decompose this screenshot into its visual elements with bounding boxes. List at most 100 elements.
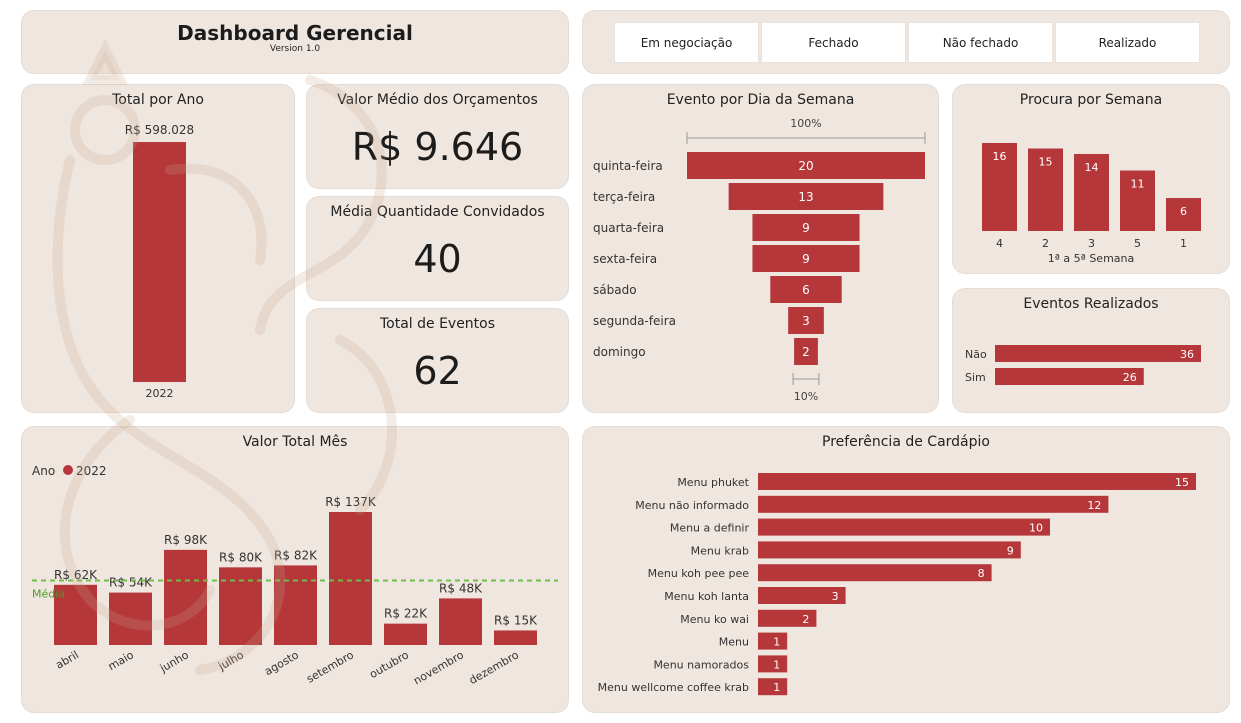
filter-em-negociacao-button[interactable]: Em negociação (614, 22, 759, 63)
bar-month-dezembro (494, 630, 537, 645)
data-label: R$ 137K (325, 495, 377, 509)
data-label: R$ 82K (274, 548, 318, 562)
procura-semana-card: Procura por Semana 16 4 15 2 14 3 11 5 6 1 1ª a 5ª… (953, 85, 1229, 273)
x-tick-label: 1 (1180, 237, 1187, 250)
preferencia-cardapio-chart: 15Menu phuket12Menu não informado10Menu … (598, 473, 1196, 696)
version-label: Version 1.0 (269, 44, 321, 54)
media-convidados-card: Média Quantidade Convidados 40 (307, 197, 568, 300)
x-tick-label: maio (106, 648, 136, 673)
data-label: 1 (773, 636, 780, 649)
bar-2022 (133, 142, 186, 382)
x-tick-label: 2022 (146, 387, 174, 400)
data-label: 2 (802, 345, 810, 359)
x-axis-title: 1ª a 5ª Semana (1048, 252, 1135, 265)
category-label: Menu koh lanta (664, 590, 749, 603)
x-tick-label: junho (157, 648, 191, 675)
category-label: quarta-feira (593, 221, 664, 235)
x-tick-label: novembro (411, 648, 466, 687)
legend-title: Ano (32, 464, 55, 478)
category-label: Menu wellcome coffee krab (598, 681, 749, 694)
category-label: Menu phuket (677, 476, 749, 489)
data-label: 3 (802, 314, 810, 328)
data-label: R$ 15K (494, 613, 538, 627)
evento-dia-semana-card: Evento por Dia da Semana 100% 20 quinta-fe… (583, 85, 938, 412)
procura-semana-chart: 16 4 15 2 14 3 11 5 6 1 1ª a 5ª Semana (982, 143, 1201, 265)
x-tick-label: 3 (1088, 237, 1095, 250)
eventos-realizados-chart: 36 Não 26 Sim (965, 345, 1201, 385)
data-label: R$ 598.028 (125, 123, 194, 137)
bar-menu (758, 495, 1109, 513)
category-label: Menu koh pee pee (648, 567, 750, 580)
bar-menu (758, 541, 1021, 559)
x-tick-label: outubro (367, 648, 411, 681)
filter-nao-fechado-button[interactable]: Não fechado (908, 22, 1053, 63)
category-label: terça-feira (593, 190, 655, 204)
data-label: 9 (802, 221, 810, 235)
category-label: sexta-feira (593, 252, 657, 266)
legend-series-label: 2022 (76, 464, 107, 478)
bar-month-julho (219, 567, 262, 645)
data-label: 6 (802, 283, 810, 297)
total-eventos-value: 62 (413, 349, 462, 393)
bar-month-agosto (274, 565, 317, 645)
filter-fechado-button[interactable]: Fechado (761, 22, 906, 63)
x-tick-label: 4 (996, 237, 1003, 250)
filter-realizado-button[interactable]: Realizado (1055, 22, 1200, 63)
data-label: 12 (1087, 499, 1101, 512)
valor-medio-value: R$ 9.646 (351, 125, 524, 169)
valor-total-mes-card: Valor Total Mês Ano 2022 R$ 62K abril R$ 54K… (22, 427, 568, 712)
data-label: R$ 54K (109, 576, 153, 590)
valor-medio-title: Valor Médio dos Orçamentos (337, 92, 538, 108)
data-label: 15 (1039, 156, 1053, 169)
data-label: 16 (993, 150, 1007, 163)
category-label: Não (965, 348, 987, 361)
total-por-ano-chart: R$ 598.028 2022 (125, 123, 194, 400)
data-label: R$ 98K (164, 533, 208, 547)
bar-menu (758, 473, 1196, 490)
data-label: 10 (1029, 522, 1043, 535)
bar-Sim (995, 368, 1144, 385)
bar-month-setembro (329, 512, 372, 645)
x-tick-label: 2 (1042, 237, 1049, 250)
data-label: 20 (798, 159, 813, 173)
valor-total-mes-chart: Ano 2022R$ 62KabrilR$ 54KmaioR$ 98KjunhoR… (32, 464, 558, 687)
category-label: Menu não informado (635, 499, 749, 512)
bar-month-junho (164, 549, 207, 645)
data-label: 36 (1180, 348, 1194, 361)
header-card: Dashboard Gerencial Version 1.0 (22, 11, 568, 73)
category-label: segunda-feira (593, 314, 676, 328)
x-tick-label: setembro (304, 648, 356, 686)
category-label: domingo (593, 345, 646, 359)
bar-Não (995, 345, 1201, 362)
total-por-ano-card: Total por Ano R$ 598.028 2022 (22, 85, 294, 412)
data-label: 15 (1175, 476, 1189, 489)
total-eventos-title: Total de Eventos (379, 316, 496, 332)
category-label: Menu a definir (670, 522, 750, 535)
data-label: 13 (798, 190, 813, 204)
category-label: Menu (719, 636, 749, 649)
data-label: R$ 48K (439, 581, 483, 595)
data-label: 2 (802, 613, 809, 626)
data-label: 9 (1007, 544, 1014, 557)
category-label: sábado (593, 283, 637, 297)
average-label: Média (32, 588, 65, 601)
data-label: 11 (1131, 178, 1145, 191)
bar-month-outubro (384, 623, 427, 645)
category-label: Menu namorados (653, 658, 749, 671)
x-tick-label: dezembro (467, 648, 521, 687)
data-label: 6 (1180, 205, 1187, 218)
category-label: quinta-feira (593, 159, 663, 173)
total-eventos-card: Total de Eventos 62 (307, 309, 568, 412)
valor-medio-card: Valor Médio dos Orçamentos R$ 9.646 (307, 85, 568, 188)
bar-month-maio (109, 592, 152, 645)
data-label: 26 (1123, 371, 1137, 384)
bar-menu (758, 564, 992, 582)
data-label: R$ 80K (219, 550, 263, 564)
evento-dia-semana-chart: 100% 20 quinta-feira 13 terça-feira 9 quarta-f… (593, 117, 926, 403)
media-convidados-title: Média Quantidade Convidados (330, 204, 545, 220)
data-label: 1 (773, 681, 780, 694)
x-tick-label: abril (53, 648, 81, 671)
category-label: Menu krab (691, 544, 749, 557)
x-tick-label: 5 (1134, 237, 1141, 250)
data-label: 1 (773, 658, 780, 671)
